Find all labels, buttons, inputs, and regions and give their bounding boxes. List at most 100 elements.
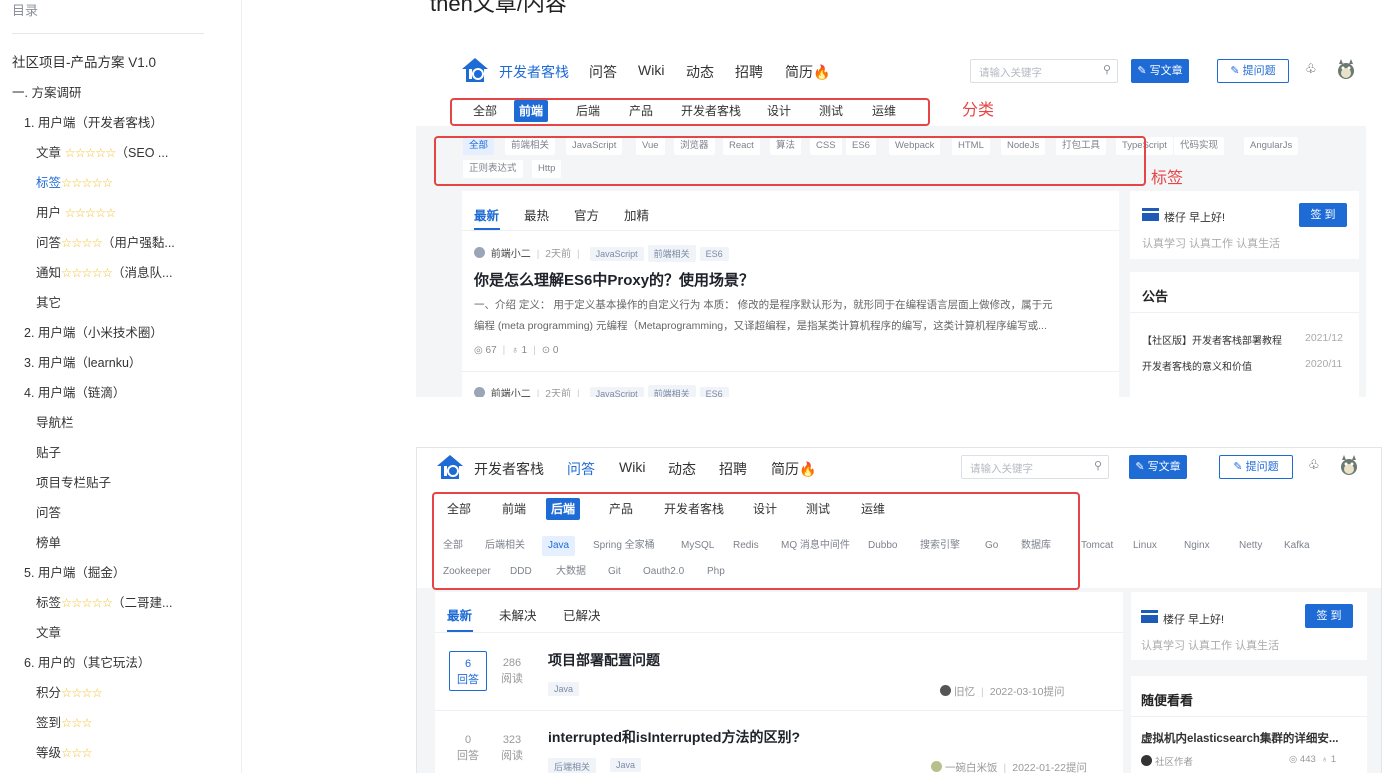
nav-activity[interactable]: 动态 bbox=[668, 459, 696, 479]
star-rating-icon: ☆☆☆ bbox=[61, 716, 92, 730]
tab-unsolved[interactable]: 未解决 bbox=[499, 605, 537, 624]
post-tag[interactable]: JavaScript bbox=[589, 387, 644, 397]
nav-resume[interactable]: 简历🔥 bbox=[785, 62, 830, 82]
tag-chip[interactable]: 代码实现 bbox=[1174, 137, 1225, 155]
toc-item[interactable]: 等级☆☆☆ bbox=[36, 744, 92, 762]
toc-item[interactable]: 3. 用户端（learnku） bbox=[24, 354, 141, 372]
toc-item[interactable]: 项目专栏贴子 bbox=[36, 474, 111, 492]
checkin-button[interactable]: 签 到 bbox=[1305, 604, 1353, 628]
tag-chip[interactable]: Tomcat bbox=[1075, 536, 1120, 556]
logo-icon[interactable] bbox=[435, 452, 465, 482]
author-avatar[interactable] bbox=[474, 387, 485, 397]
question-tag[interactable]: Java bbox=[610, 758, 642, 772]
tab-hot[interactable]: 最热 bbox=[524, 205, 549, 224]
greeting-text: 楼仔 早上好! bbox=[1164, 212, 1226, 224]
tab-latest[interactable]: 最新 bbox=[447, 605, 472, 624]
toc-item[interactable]: 导航栏 bbox=[36, 414, 74, 432]
tab-official[interactable]: 官方 bbox=[574, 205, 599, 224]
tab-latest[interactable]: 最新 bbox=[474, 205, 499, 224]
toc-item[interactable]: 其它 bbox=[36, 294, 61, 312]
post-author[interactable]: 前端小二 bbox=[491, 389, 531, 397]
like-button[interactable]: ♁ 1 bbox=[511, 345, 527, 356]
toc-item[interactable]: 标签☆☆☆☆☆（二哥建... bbox=[36, 594, 172, 612]
ask-question-button[interactable]: ✎ 提问题 bbox=[1219, 455, 1293, 479]
post-tag[interactable]: 前端相关 bbox=[647, 385, 696, 397]
post-tag[interactable]: ES6 bbox=[699, 387, 729, 397]
toc-item[interactable]: 积分☆☆☆☆ bbox=[36, 684, 102, 702]
post-author[interactable]: 前端小二 bbox=[491, 249, 531, 260]
nav-wiki[interactable]: Wiki bbox=[619, 459, 645, 475]
notice-card: 公告 【社区版】开发者客栈部署教程 2021/12 开发者客栈的意义和价值 20… bbox=[1130, 272, 1359, 397]
toc-item[interactable]: 社区项目-产品方案 V1.0 bbox=[12, 54, 156, 72]
checkin-button[interactable]: 签 到 bbox=[1299, 203, 1347, 227]
toc-item[interactable]: 榜单 bbox=[36, 534, 61, 552]
post-tag[interactable]: ES6 bbox=[699, 247, 729, 261]
views-count: ◎ 67 bbox=[474, 345, 497, 356]
author-name[interactable]: 一碗白米饭 bbox=[945, 762, 998, 773]
author-avatar[interactable] bbox=[474, 247, 485, 258]
brand-name[interactable]: 开发者客栈 bbox=[499, 62, 569, 82]
toc-item[interactable]: 2. 用户端（小米技术圈） bbox=[24, 324, 163, 342]
nav-resume[interactable]: 简历🔥 bbox=[771, 459, 816, 479]
random-item-title[interactable]: 虚拟机内elasticsearch集群的详细安... bbox=[1141, 730, 1338, 746]
comment-button[interactable]: ⊙ 0 bbox=[542, 345, 559, 356]
toc-item[interactable]: 4. 用户端（链滴） bbox=[24, 384, 125, 402]
toc-item[interactable]: 标签☆☆☆☆☆ bbox=[36, 174, 112, 192]
author-name[interactable]: 社区作者 bbox=[1155, 757, 1193, 768]
question-tag[interactable]: Java bbox=[548, 682, 580, 696]
like-button[interactable]: ♁ 1 bbox=[1321, 754, 1336, 765]
author-avatar[interactable] bbox=[940, 685, 951, 696]
toc-item[interactable]: 5. 用户端（掘金） bbox=[24, 564, 125, 582]
tag-chip[interactable]: Nginx bbox=[1178, 536, 1216, 556]
search-icon[interactable]: ⚲ bbox=[1094, 459, 1102, 472]
tab-solved[interactable]: 已解决 bbox=[563, 605, 601, 624]
question-title[interactable]: interrupted和isInterrupted方法的区别? bbox=[548, 727, 800, 747]
nav-activity[interactable]: 动态 bbox=[686, 62, 714, 82]
logo-icon[interactable] bbox=[460, 55, 490, 85]
search-input[interactable]: 请输入关键字 ⚲ bbox=[961, 455, 1109, 479]
toc-item[interactable]: 1. 用户端（开发者客栈） bbox=[24, 114, 163, 132]
nav-wiki[interactable]: Wiki bbox=[638, 62, 664, 78]
toc-item[interactable]: 问答 bbox=[36, 504, 61, 522]
question-tag[interactable]: 后端相关 bbox=[548, 758, 597, 773]
post-tag[interactable]: 前端相关 bbox=[647, 245, 696, 262]
toc-item[interactable]: 问答☆☆☆☆（用户强黏... bbox=[36, 234, 175, 252]
doc-heading: then文章/内容 bbox=[430, 0, 567, 16]
toc-item[interactable]: 文章 bbox=[36, 624, 61, 642]
notice-item[interactable]: 开发者客栈的意义和价值 bbox=[1142, 358, 1252, 373]
toc-item[interactable]: 贴子 bbox=[36, 444, 61, 462]
search-icon[interactable]: ⚲ bbox=[1103, 63, 1111, 76]
author-avatar[interactable] bbox=[931, 761, 942, 772]
post-title[interactable]: 你是怎么理解ES6中Proxy的？使用场景？ bbox=[474, 269, 754, 290]
ask-question-button[interactable]: ✎ 提问题 bbox=[1217, 59, 1289, 83]
bell-icon[interactable]: ♧ bbox=[1308, 457, 1320, 473]
brand-name[interactable]: 开发者客栈 bbox=[474, 459, 544, 479]
nav-qa[interactable]: 问答 bbox=[589, 62, 617, 82]
author-avatar[interactable] bbox=[1141, 755, 1152, 766]
author-name[interactable]: 旧忆 bbox=[954, 686, 975, 698]
tab-featured[interactable]: 加精 bbox=[624, 205, 649, 224]
tag-chip[interactable]: Linux bbox=[1127, 536, 1163, 556]
toc-item[interactable]: 签到☆☆☆ bbox=[36, 714, 92, 732]
nav-jobs[interactable]: 招聘 bbox=[735, 62, 763, 82]
toc-item[interactable]: 通知☆☆☆☆☆（消息队... bbox=[36, 264, 172, 282]
avatar[interactable] bbox=[1335, 58, 1357, 80]
tag-chip[interactable]: AngularJs bbox=[1244, 137, 1299, 155]
toc-item[interactable]: 一. 方案调研 bbox=[12, 84, 81, 102]
question-title[interactable]: 项目部署配置问题 bbox=[548, 650, 660, 670]
nav-jobs[interactable]: 招聘 bbox=[719, 459, 747, 479]
tag-chip[interactable]: Kafka bbox=[1278, 536, 1316, 556]
avatar[interactable] bbox=[1338, 454, 1360, 476]
bell-icon[interactable]: ♧ bbox=[1305, 61, 1317, 77]
notice-item[interactable]: 【社区版】开发者客栈部署教程 bbox=[1142, 332, 1282, 347]
search-input[interactable]: 请输入关键字 ⚲ bbox=[970, 59, 1118, 83]
post-tag[interactable]: JavaScript bbox=[589, 247, 644, 261]
nav-qa[interactable]: 问答 bbox=[567, 459, 595, 479]
toc-item[interactable]: 文章 ☆☆☆☆☆（SEO ... bbox=[36, 144, 168, 162]
write-article-button[interactable]: ✎ 写文章 bbox=[1129, 455, 1187, 479]
toc-item[interactable]: 用户 ☆☆☆☆☆ bbox=[36, 204, 116, 222]
write-article-button[interactable]: ✎ 写文章 bbox=[1131, 59, 1189, 83]
tag-chip[interactable]: Netty bbox=[1233, 536, 1269, 556]
toc-item[interactable]: 6. 用户的（其它玩法） bbox=[24, 654, 150, 672]
fire-icon: 🔥 bbox=[813, 64, 831, 80]
